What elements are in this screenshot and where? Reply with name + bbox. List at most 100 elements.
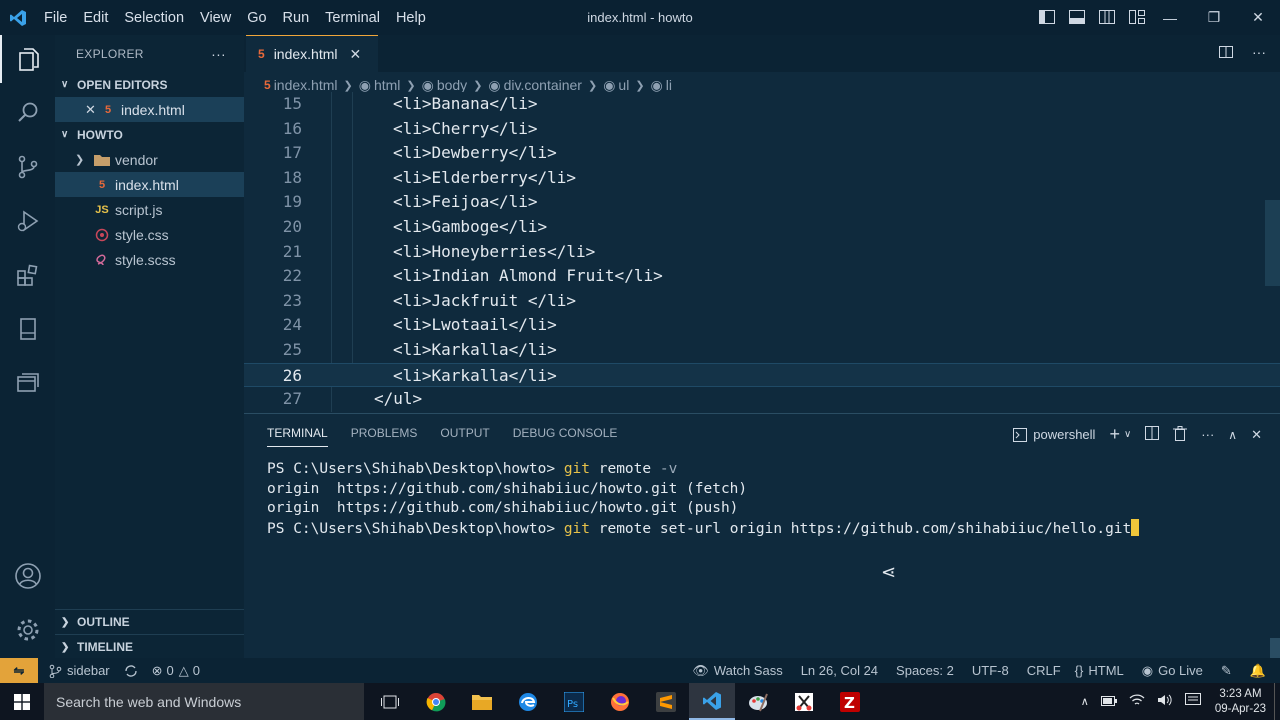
tab-terminal[interactable]: TERMINAL bbox=[267, 426, 328, 447]
menu-view[interactable]: View bbox=[192, 10, 239, 26]
indentation[interactable]: Spaces: 2 bbox=[896, 663, 954, 678]
html5-icon: 5 bbox=[258, 47, 265, 61]
more-actions-icon[interactable]: ··· bbox=[1252, 44, 1266, 63]
encoding[interactable]: UTF-8 bbox=[972, 663, 1009, 678]
clock[interactable]: 3:23 AM 09-Apr-23 bbox=[1215, 687, 1266, 717]
wifi-icon[interactable] bbox=[1129, 693, 1145, 710]
timeline-section[interactable]: ❯ TIMELINE bbox=[55, 634, 244, 659]
file-item-script-js[interactable]: JS script.js bbox=[55, 197, 244, 222]
taskbar-search[interactable]: Search the web and Windows bbox=[44, 683, 364, 720]
filezilla-icon[interactable]: Z bbox=[827, 683, 873, 720]
tab-problems[interactable]: PROBLEMS bbox=[351, 426, 418, 447]
split-terminal-icon[interactable] bbox=[1145, 426, 1160, 443]
run-debug-icon[interactable] bbox=[0, 197, 55, 245]
action-center-icon[interactable] bbox=[1184, 693, 1201, 710]
chevron-down-icon[interactable]: ∨ bbox=[1124, 429, 1131, 440]
code-editor[interactable]: 15 <li>Banana</li> 16 <li>Cherry</li> 17 <l… bbox=[244, 92, 1280, 412]
split-editor-icon[interactable] bbox=[1218, 44, 1234, 63]
html5-icon: 5 bbox=[264, 78, 271, 92]
remote-indicator-icon[interactable]: ⇋ bbox=[0, 658, 38, 683]
breadcrumb-item[interactable]: div.container bbox=[504, 77, 582, 93]
file-item-index-html[interactable]: 5 index.html bbox=[55, 172, 244, 197]
close-editor-icon[interactable]: ✕ bbox=[85, 102, 99, 118]
extensions-icon[interactable] bbox=[0, 251, 55, 299]
terminal-output[interactable]: PS C:\Users\Shihab\Desktop\howto> git re… bbox=[267, 460, 1140, 540]
search-icon[interactable] bbox=[0, 89, 55, 137]
notebook-icon[interactable] bbox=[0, 305, 55, 353]
task-view-icon[interactable] bbox=[367, 683, 413, 720]
close-panel-icon[interactable]: ✕ bbox=[1251, 427, 1262, 443]
breadcrumb-item[interactable]: index.html bbox=[274, 77, 338, 93]
outline-section[interactable]: ❯ OUTLINE bbox=[55, 609, 244, 634]
new-terminal-icon[interactable]: + bbox=[1109, 424, 1120, 445]
folder-item-vendor[interactable]: ❯ vendor bbox=[55, 147, 244, 172]
language-mode[interactable]: {} HTML bbox=[1075, 663, 1124, 678]
volume-icon[interactable] bbox=[1157, 693, 1173, 710]
settings-gear-icon[interactable] bbox=[0, 606, 55, 654]
open-editor-item[interactable]: ✕ 5 index.html bbox=[55, 97, 244, 122]
breadcrumb-item[interactable]: html bbox=[374, 77, 400, 93]
code-line: 25 <li>Karkalla</li> bbox=[244, 338, 1280, 363]
sync-icon[interactable] bbox=[124, 664, 138, 678]
tab-index-html[interactable]: 5 index.html ✕ bbox=[246, 35, 378, 72]
open-editors-section[interactable]: ∨ OPEN EDITORS bbox=[55, 72, 244, 97]
terminal-scrollbar[interactable] bbox=[1270, 638, 1280, 658]
trash-icon[interactable] bbox=[1173, 425, 1188, 444]
problems-indicator[interactable]: ⊗ 0 △ 0 bbox=[152, 663, 200, 679]
file-item-style-css[interactable]: style.css bbox=[55, 222, 244, 247]
show-desktop-button[interactable] bbox=[1274, 683, 1280, 720]
menu-selection[interactable]: Selection bbox=[116, 10, 192, 26]
windows-start-icon[interactable] bbox=[0, 683, 44, 720]
minimize-icon[interactable]: — bbox=[1148, 0, 1192, 35]
remote-explorer-icon[interactable] bbox=[0, 359, 55, 407]
breadcrumb-item[interactable]: li bbox=[666, 77, 672, 93]
account-icon[interactable] bbox=[0, 552, 55, 600]
edge-icon[interactable] bbox=[505, 683, 551, 720]
source-control-icon[interactable] bbox=[0, 143, 55, 191]
notifications-icon[interactable]: 🔔 bbox=[1250, 663, 1266, 679]
project-section[interactable]: ∨ HOWTO bbox=[55, 122, 244, 147]
feedback-icon[interactable]: ✎ bbox=[1221, 663, 1232, 679]
terminal-shell-selector[interactable]: powershell bbox=[1012, 427, 1095, 443]
editor-scrollbar[interactable] bbox=[1265, 200, 1280, 286]
file-explorer-icon[interactable] bbox=[459, 683, 505, 720]
cursor-position[interactable]: Ln 26, Col 24 bbox=[801, 663, 878, 678]
branch-indicator[interactable]: sidebar bbox=[48, 663, 110, 678]
tab-output[interactable]: OUTPUT bbox=[440, 426, 489, 447]
restore-icon[interactable]: ❐ bbox=[1192, 0, 1236, 35]
chrome-icon[interactable] bbox=[413, 683, 459, 720]
menu-edit[interactable]: Edit bbox=[75, 10, 116, 26]
customize-layout-icon[interactable] bbox=[1128, 8, 1146, 26]
breadcrumb-item[interactable]: body bbox=[437, 77, 467, 93]
tab-debug-console[interactable]: DEBUG CONSOLE bbox=[513, 426, 618, 447]
menu-help[interactable]: Help bbox=[388, 10, 434, 26]
snipping-tool-icon[interactable] bbox=[781, 683, 827, 720]
end-of-line[interactable]: CRLF bbox=[1027, 663, 1061, 678]
chevron-up-icon[interactable]: ∧ bbox=[1081, 695, 1089, 708]
more-actions-icon[interactable]: ··· bbox=[1201, 427, 1214, 442]
menu-go[interactable]: Go bbox=[239, 10, 274, 26]
go-live-button[interactable]: ◉ Go Live bbox=[1142, 663, 1203, 679]
close-window-icon[interactable]: ✕ bbox=[1236, 0, 1280, 35]
battery-icon[interactable] bbox=[1100, 695, 1117, 709]
paint-icon[interactable] bbox=[735, 683, 781, 720]
menu-run[interactable]: Run bbox=[275, 10, 318, 26]
breadcrumb-item[interactable]: ul bbox=[618, 77, 629, 93]
close-tab-icon[interactable]: ✕ bbox=[350, 46, 362, 63]
file-item-style-scss[interactable]: style.scss bbox=[55, 247, 244, 272]
toggle-secondary-sidebar-icon[interactable] bbox=[1098, 8, 1116, 26]
toggle-primary-sidebar-icon[interactable] bbox=[1038, 8, 1056, 26]
vscode-taskbar-icon[interactable] bbox=[689, 683, 735, 720]
watch-sass-button[interactable]: 👁 Watch Sass bbox=[692, 663, 782, 679]
photoshop-icon[interactable]: Ps bbox=[551, 683, 597, 720]
maximize-panel-icon[interactable]: ∧ bbox=[1228, 428, 1237, 442]
toggle-panel-icon[interactable] bbox=[1068, 8, 1086, 26]
menu-terminal[interactable]: Terminal bbox=[317, 10, 388, 26]
menu-file[interactable]: File bbox=[36, 10, 75, 26]
firefox-icon[interactable] bbox=[597, 683, 643, 720]
html5-icon: 5 bbox=[104, 103, 112, 116]
sublime-text-icon[interactable] bbox=[643, 683, 689, 720]
code-line: 17 <li>Dewberry</li> bbox=[244, 141, 1280, 166]
more-actions-icon[interactable]: ··· bbox=[211, 46, 226, 62]
explorer-icon[interactable] bbox=[0, 35, 55, 83]
